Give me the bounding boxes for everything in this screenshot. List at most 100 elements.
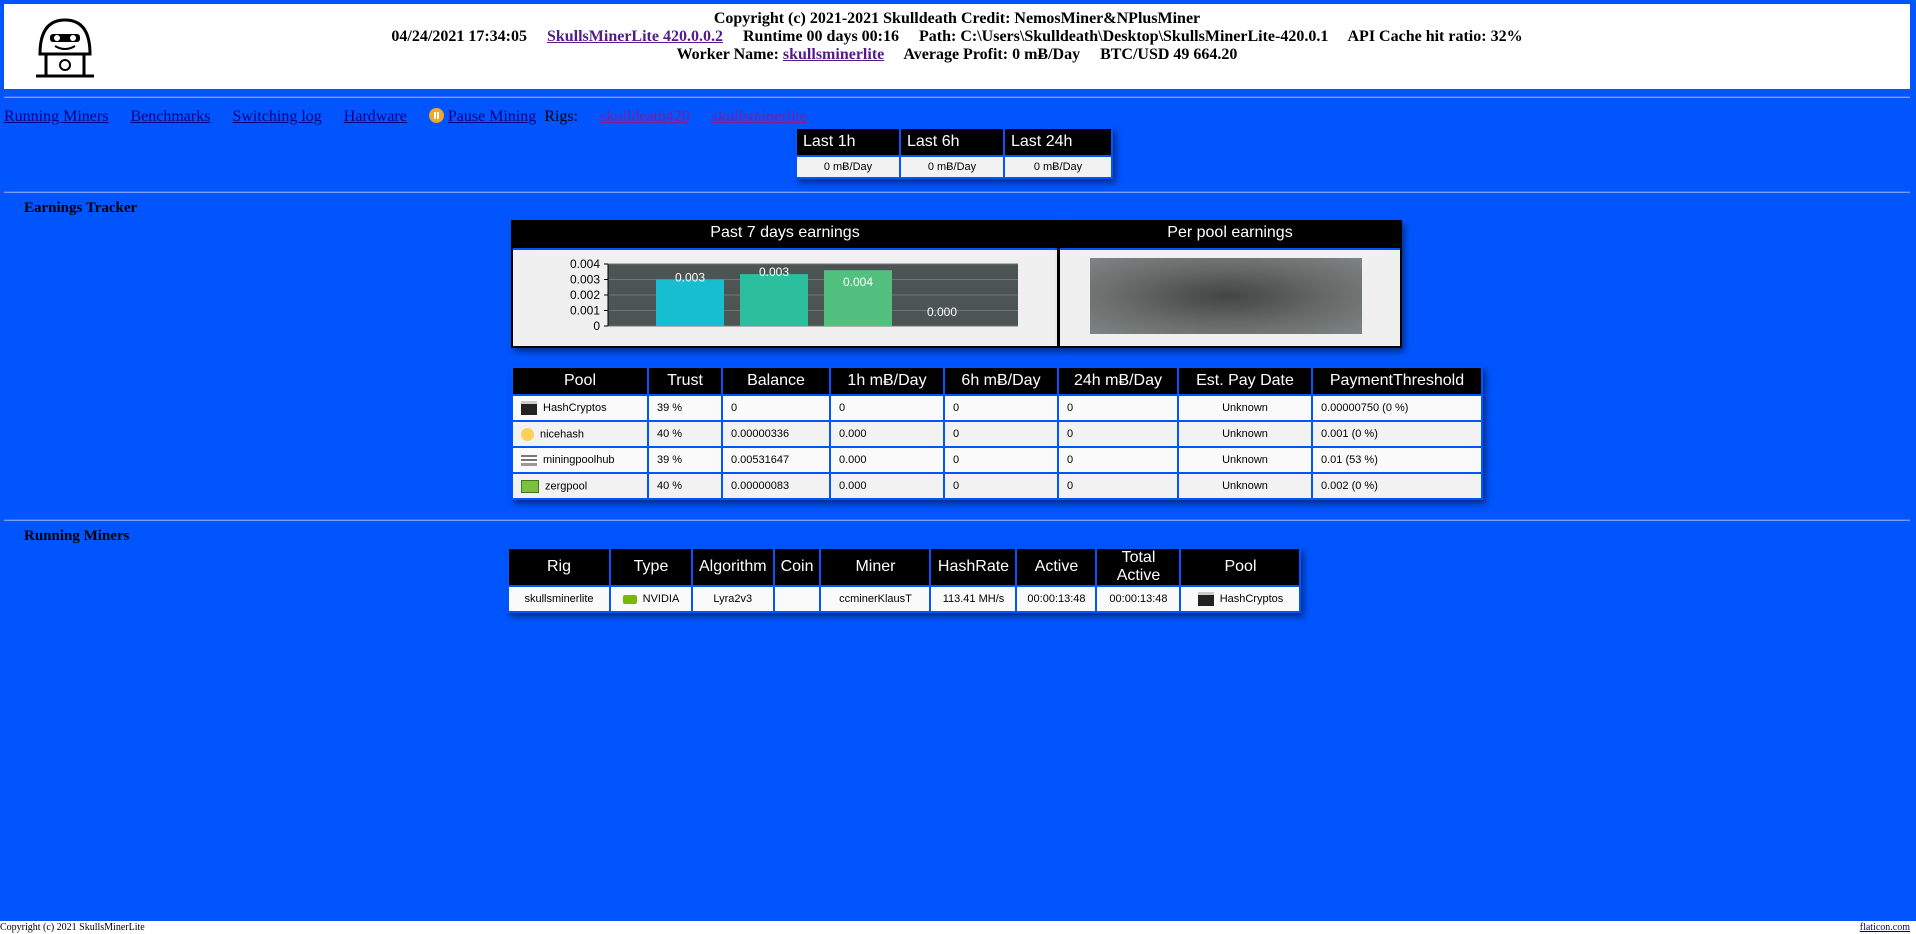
bar-data-label: 0.004 — [843, 275, 873, 289]
miner-total-active: 00:00:13:48 — [1109, 593, 1168, 605]
miner-pool-cell: HashCryptos — [1179, 585, 1302, 613]
pools-header: 6h mɃ/Day — [943, 366, 1059, 396]
pool-trust-cell: 39 % — [647, 394, 723, 422]
miner-rig-cell: skullsminerlite — [507, 585, 611, 613]
table-row: zergpool 40 % 0.00000083 0.000 0 0 Unknown 0.00… — [511, 472, 1483, 500]
summary-value: 0 mɃ/Day — [1003, 155, 1113, 179]
miner-algorithm-cell: Lyra2v3 — [691, 585, 775, 613]
nav-pause-mining[interactable]: Pause Mining — [448, 108, 536, 125]
rig-link-skullsminerlite[interactable]: skullsminerlite — [712, 108, 807, 125]
miner-pool: HashCryptos — [1219, 592, 1284, 605]
pool-h6-cell: 0 — [943, 472, 1059, 500]
flaticon-link[interactable]: flaticon.com — [1860, 921, 1910, 934]
table-row: HashCryptos 39 % 0 0 0 0 Unknown 0.00000750 (0 … — [511, 394, 1483, 422]
per-pool-chart-placeholder — [1090, 258, 1362, 334]
miner-active: 00:00:13:48 — [1027, 593, 1086, 605]
summary-header: Last 6h — [899, 127, 1005, 157]
rig-link-skulldeath420[interactable]: skulldeath420 — [600, 108, 690, 125]
summary-header: Last 1h — [795, 127, 901, 157]
pause-icon[interactable] — [428, 108, 444, 123]
summary-header: Last 24h — [1003, 127, 1113, 157]
pool-h1-cell: 0.000 — [829, 446, 945, 474]
y-tick-label: 0.004 — [570, 257, 600, 271]
past-7-days-title: Past 7 days earnings — [710, 224, 860, 241]
nav-bar: Running Miners Benchmarks Switching log … — [4, 108, 825, 126]
pool-threshold-cell: 0.00000750 (0 %) — [1311, 394, 1483, 422]
per-pool-chart-body — [1060, 248, 1400, 346]
pool-pay-date-cell: Unknown — [1177, 394, 1313, 422]
miner-miner: ccminerKlausT — [839, 593, 912, 605]
pools-header: 24h mɃ/Day — [1057, 366, 1179, 396]
bar-data-label: 0.000 — [927, 305, 957, 319]
pool-trust-cell: 40 % — [647, 472, 723, 500]
pool-name: HashCryptos — [543, 401, 607, 414]
pool-h24-cell: 0 — [1057, 472, 1179, 500]
nav-running-miners[interactable]: Running Miners — [4, 108, 108, 125]
pools-header: 1h mɃ/Day — [829, 366, 945, 396]
pool-pay-date-cell: Unknown — [1177, 472, 1313, 500]
datetime: 04/24/2021 17:34:05 — [391, 28, 527, 45]
pool-h6-cell: 0 — [943, 420, 1059, 448]
y-tick-label: 0.001 — [570, 304, 600, 318]
pools-table: Pool Trust Balance 1h mɃ/Day 6h mɃ/Day 24h mɃ… — [511, 366, 1483, 500]
miners-header: Miner — [819, 547, 932, 587]
y-tick-label: 0.003 — [570, 273, 600, 287]
per-pool-title: Per pool earnings — [1167, 224, 1293, 241]
pools-header: Pool — [511, 366, 649, 396]
runtime: Runtime 00 days 00:16 — [742, 28, 899, 45]
hashcryptos-icon — [1197, 592, 1214, 606]
pool-cell: nicehash — [511, 420, 649, 448]
pools-header: Balance — [721, 366, 831, 396]
pool-cell: zergpool — [511, 472, 649, 500]
running-miners-title: Running Miners — [24, 528, 130, 544]
running-miners-table: Rig Type Algorithm Coin Miner HashRate Active T… — [507, 547, 1302, 613]
miningpoolhub-icon — [521, 454, 537, 466]
worker-name-link[interactable]: skullsminerlite — [783, 46, 884, 63]
table-row: skullsminerlite NVIDIA Lyra2v3 ccminerKlaus… — [507, 585, 1302, 613]
miner-algorithm: Lyra2v3 — [713, 593, 753, 605]
miner-hashrate-cell: 113.41 MH/s — [929, 585, 1018, 613]
pool-balance-cell: 0.00531647 — [721, 446, 831, 474]
pool-name: zergpool — [545, 479, 588, 492]
bar — [656, 279, 724, 326]
bar-data-label: 0.003 — [675, 271, 705, 285]
pool-trust-cell: 40 % — [647, 420, 723, 448]
pool-trust-cell: 39 % — [647, 446, 723, 474]
pool-name: nicehash — [540, 427, 585, 440]
earnings-tracker-title: Earnings Tracker — [24, 200, 138, 216]
nav-switching-log[interactable]: Switching log — [232, 108, 321, 125]
version-link[interactable]: SkullsMinerLite 420.0.0.2 — [547, 28, 723, 45]
pool-pay-date-cell: Unknown — [1177, 420, 1313, 448]
pool-h1-cell: 0.000 — [829, 472, 945, 500]
pool-balance-cell: 0.00000083 — [721, 472, 831, 500]
miner-coin-cell — [772, 585, 822, 613]
pool-h6-cell: 0 — [943, 394, 1059, 422]
bar — [740, 274, 808, 326]
miner-total-active-cell: 00:00:13:48 — [1095, 585, 1182, 613]
per-pool-chart-box: Per pool earnings — [1058, 220, 1402, 348]
miners-header: Type — [609, 547, 693, 587]
miners-header: Rig — [507, 547, 611, 587]
miner-miner-cell: ccminerKlausT — [819, 585, 932, 613]
nav-hardware[interactable]: Hardware — [344, 108, 407, 125]
miner-type: NVIDIA — [642, 593, 680, 605]
miners-header: Total Active — [1095, 547, 1182, 587]
pool-cell: HashCryptos — [511, 394, 649, 422]
worker-label: Worker Name: — [676, 46, 779, 63]
pools-header: Trust — [647, 366, 723, 396]
table-row: miningpoolhub 39 % 0.00531647 0.000 0 0 Unknow… — [511, 446, 1483, 474]
pool-pay-date-cell: Unknown — [1177, 446, 1313, 474]
footer: Copyright (c) 2021 SkullsMinerLite flati… — [0, 921, 1916, 934]
pool-h24-cell: 0 — [1057, 394, 1179, 422]
table-row: nicehash 40 % 0.00000336 0.000 0 0 Unknown 0.00… — [511, 420, 1483, 448]
y-tick-label: 0.002 — [570, 288, 600, 302]
miners-header: Algorithm — [691, 547, 775, 587]
nav-benchmarks[interactable]: Benchmarks — [130, 108, 210, 125]
miners-header: Pool — [1179, 547, 1302, 587]
footer-copyright: Copyright (c) 2021 SkullsMinerLite — [0, 922, 145, 933]
miner-type-cell: NVIDIA — [609, 585, 693, 613]
pool-balance-cell: 0.00000336 — [721, 420, 831, 448]
average-profit: Average Profit: 0 mɃ/Day — [903, 46, 1081, 63]
pool-threshold-cell: 0.01 (53 %) — [1311, 446, 1483, 474]
btc-usd: BTC/USD 49 664.20 — [1100, 46, 1238, 63]
